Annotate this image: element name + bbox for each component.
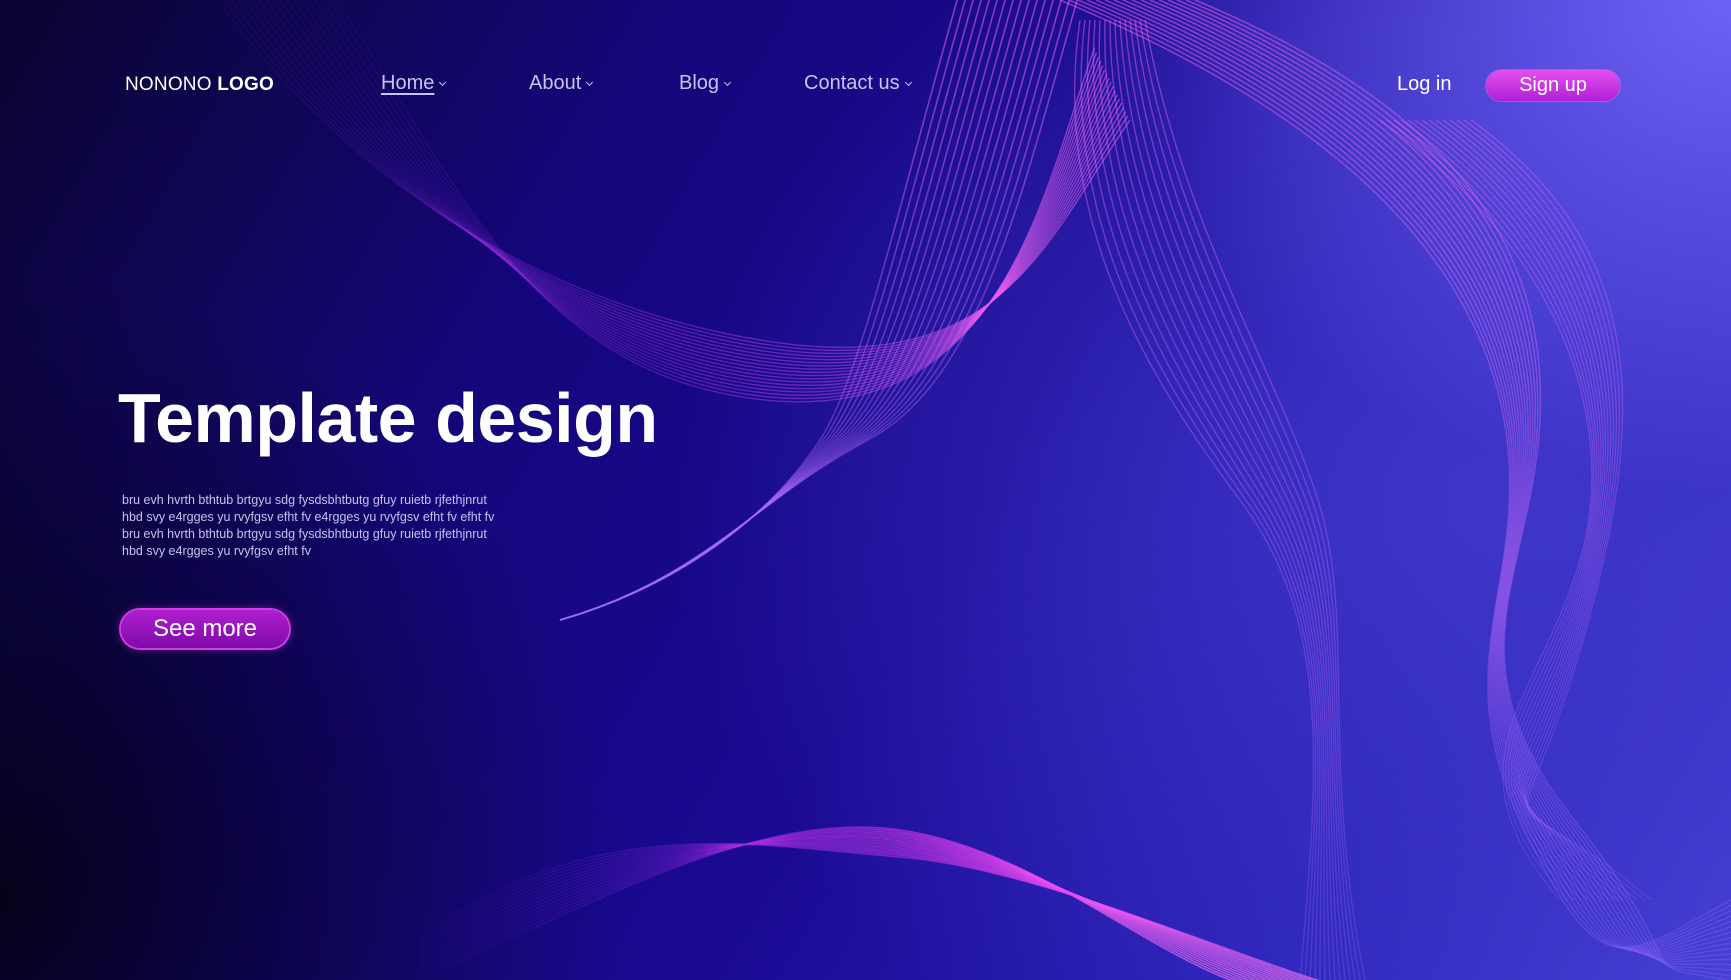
- logo-text-bold: LOGO: [217, 74, 274, 95]
- chevron-down-icon: [904, 78, 912, 86]
- chevron-down-icon: [439, 78, 447, 86]
- hero-body-line: bru evh hvrth bthtub brtgyu sdg fysdsbht…: [122, 493, 487, 507]
- hero-body-text: bru evh hvrth bthtub brtgyu sdg fysdsbht…: [122, 492, 582, 560]
- background-vignette: [0, 0, 1731, 980]
- nav-item-label: About: [529, 72, 582, 94]
- logo-text-regular: NONONO: [125, 74, 212, 95]
- hero-body-line: bru evh hvrth bthtub brtgyu sdg fysdsbht…: [122, 527, 487, 541]
- nav-item-label: Home: [381, 72, 435, 94]
- see-more-button[interactable]: See more: [121, 610, 289, 648]
- nav-item-contact-us[interactable]: Contact us: [804, 72, 912, 95]
- hero-body-line: hbd svy e4rgges yu rvyfgsv efht fv: [122, 544, 311, 558]
- chevron-down-icon: [723, 78, 732, 86]
- nav-item-blog[interactable]: Blog: [679, 72, 732, 95]
- nav-item-home[interactable]: Home: [381, 72, 447, 95]
- login-link[interactable]: Log in: [1397, 73, 1452, 96]
- brand-logo[interactable]: NONONO LOGO: [125, 74, 274, 96]
- decorative-wave-lines: [216, 0, 1731, 980]
- hero-title: Template design: [118, 379, 658, 457]
- signup-button[interactable]: Sign up: [1486, 70, 1620, 101]
- chevron-down-icon: [586, 78, 594, 86]
- nav-item-label: Contact us: [804, 72, 900, 94]
- hero-body-line: hbd svy e4rgges yu rvyfgsv efht fv e4rgg…: [122, 510, 495, 524]
- nav-item-about[interactable]: About: [529, 72, 594, 95]
- nav-item-label: Blog: [679, 72, 720, 94]
